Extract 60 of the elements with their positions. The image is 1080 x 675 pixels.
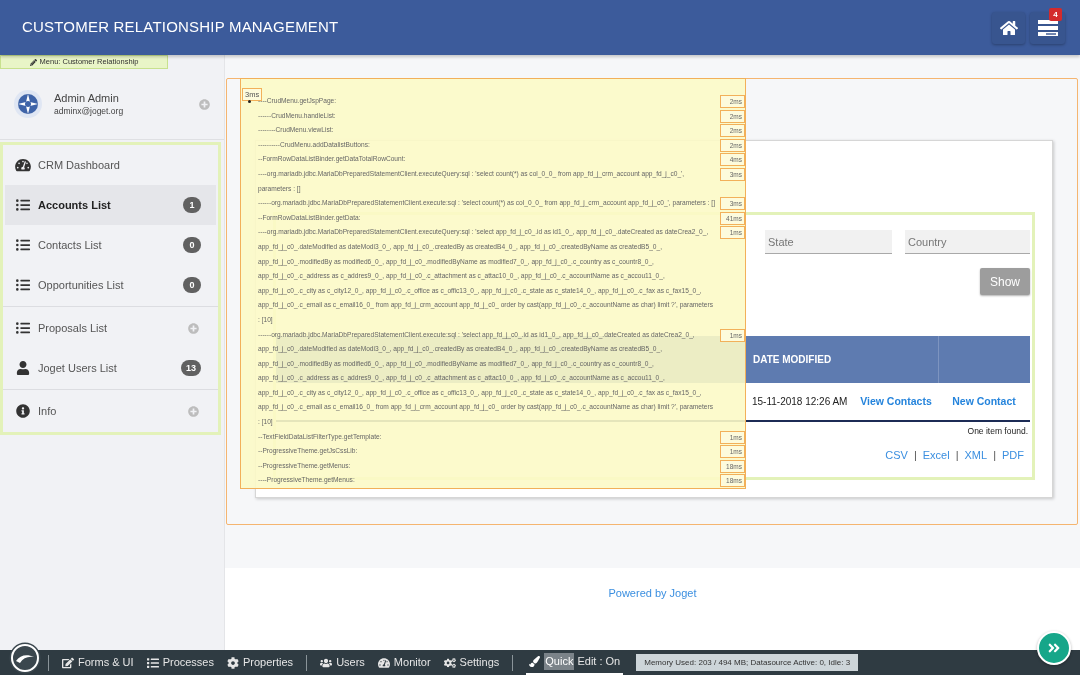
list-icon: [15, 238, 31, 252]
sidebar-item[interactable]: Opportunities List 0: [5, 265, 216, 305]
memory-status: Memory Used: 203 / 494 MB; Datasource Active: 0, Idle: 3: [636, 654, 859, 671]
sidebar-item[interactable]: Accounts List 1: [5, 185, 216, 225]
admin-bar-item[interactable]: Users: [320, 654, 365, 671]
app-title: CUSTOMER RELATIONSHIP MANAGEMENT: [21, 17, 339, 38]
user-icon: [15, 361, 31, 375]
list-icon: [15, 198, 31, 212]
list-icon: [15, 278, 31, 292]
export-link[interactable]: XML: [964, 446, 988, 464]
link-separator: |: [955, 447, 959, 463]
logo-icon[interactable]: [9, 642, 41, 674]
edit-icon: [62, 656, 74, 669]
notification-badge: 4: [1049, 7, 1062, 21]
stacked-bars-icon: [1037, 19, 1058, 36]
admin-bar-item[interactable]: Processes: [146, 654, 214, 671]
count-badge: 1: [183, 197, 201, 213]
count-badge: 0: [183, 237, 201, 253]
sidebar-item[interactable]: CRM Dashboard: [5, 145, 216, 185]
home-button[interactable]: [992, 11, 1025, 44]
link-separator: |: [993, 447, 996, 463]
user-email: adminx@joget.org: [54, 105, 125, 117]
link-separator: |: [913, 447, 917, 463]
menu-button[interactable]: 4: [1030, 11, 1065, 44]
users-icon: [320, 656, 333, 669]
double-chevron-icon: [1047, 641, 1061, 655]
sidebar-item[interactable]: Contacts List 0: [5, 225, 216, 265]
admin-bar-item[interactable]: Settings: [443, 654, 500, 671]
filter-field[interactable]: State: [765, 230, 892, 254]
list-icon: [15, 321, 31, 335]
admin-bar-item[interactable]: Monitor: [377, 654, 431, 671]
export-link[interactable]: Excel: [922, 446, 950, 464]
admin-bar-item[interactable]: Forms & UI: [62, 654, 134, 671]
gear-icon: [227, 656, 239, 669]
export-link[interactable]: PDF: [1002, 446, 1024, 464]
table-cell-text: 15-11-2018 12:26 AM: [751, 395, 849, 409]
speedometer-icon: [377, 656, 390, 669]
action-link[interactable]: View Contacts: [860, 393, 932, 410]
info-icon: [15, 404, 31, 418]
avatar-image: [14, 90, 42, 118]
column-header[interactable]: DATE MODIFIED: [748, 352, 938, 367]
speedometer-icon: [15, 158, 31, 172]
export-link[interactable]: CSV: [885, 446, 908, 464]
count-badge: 13: [181, 360, 201, 376]
user-name: Admin Admin: [54, 91, 120, 105]
admin-bar-item[interactable]: Properties: [227, 654, 294, 671]
quick-edit-button[interactable]: Quick Edit : On: [526, 650, 624, 675]
powered-by-link[interactable]: Powered by Joget: [608, 585, 697, 599]
gears-icon: [443, 656, 456, 669]
count-badge: 0: [183, 277, 201, 293]
sidebar-item[interactable]: Info: [5, 391, 216, 431]
sidebar-item[interactable]: Joget Users List 13: [5, 348, 216, 388]
list-icon: [146, 656, 159, 669]
home-icon: [999, 19, 1018, 36]
action-link[interactable]: New Contact: [952, 393, 1016, 410]
brush-icon: [529, 656, 541, 667]
filter-field[interactable]: Country: [905, 230, 1030, 254]
result-count: One item found.: [967, 425, 1028, 438]
pencil-icon: [29, 58, 37, 66]
sidebar-item[interactable]: Proposals List: [5, 308, 216, 348]
